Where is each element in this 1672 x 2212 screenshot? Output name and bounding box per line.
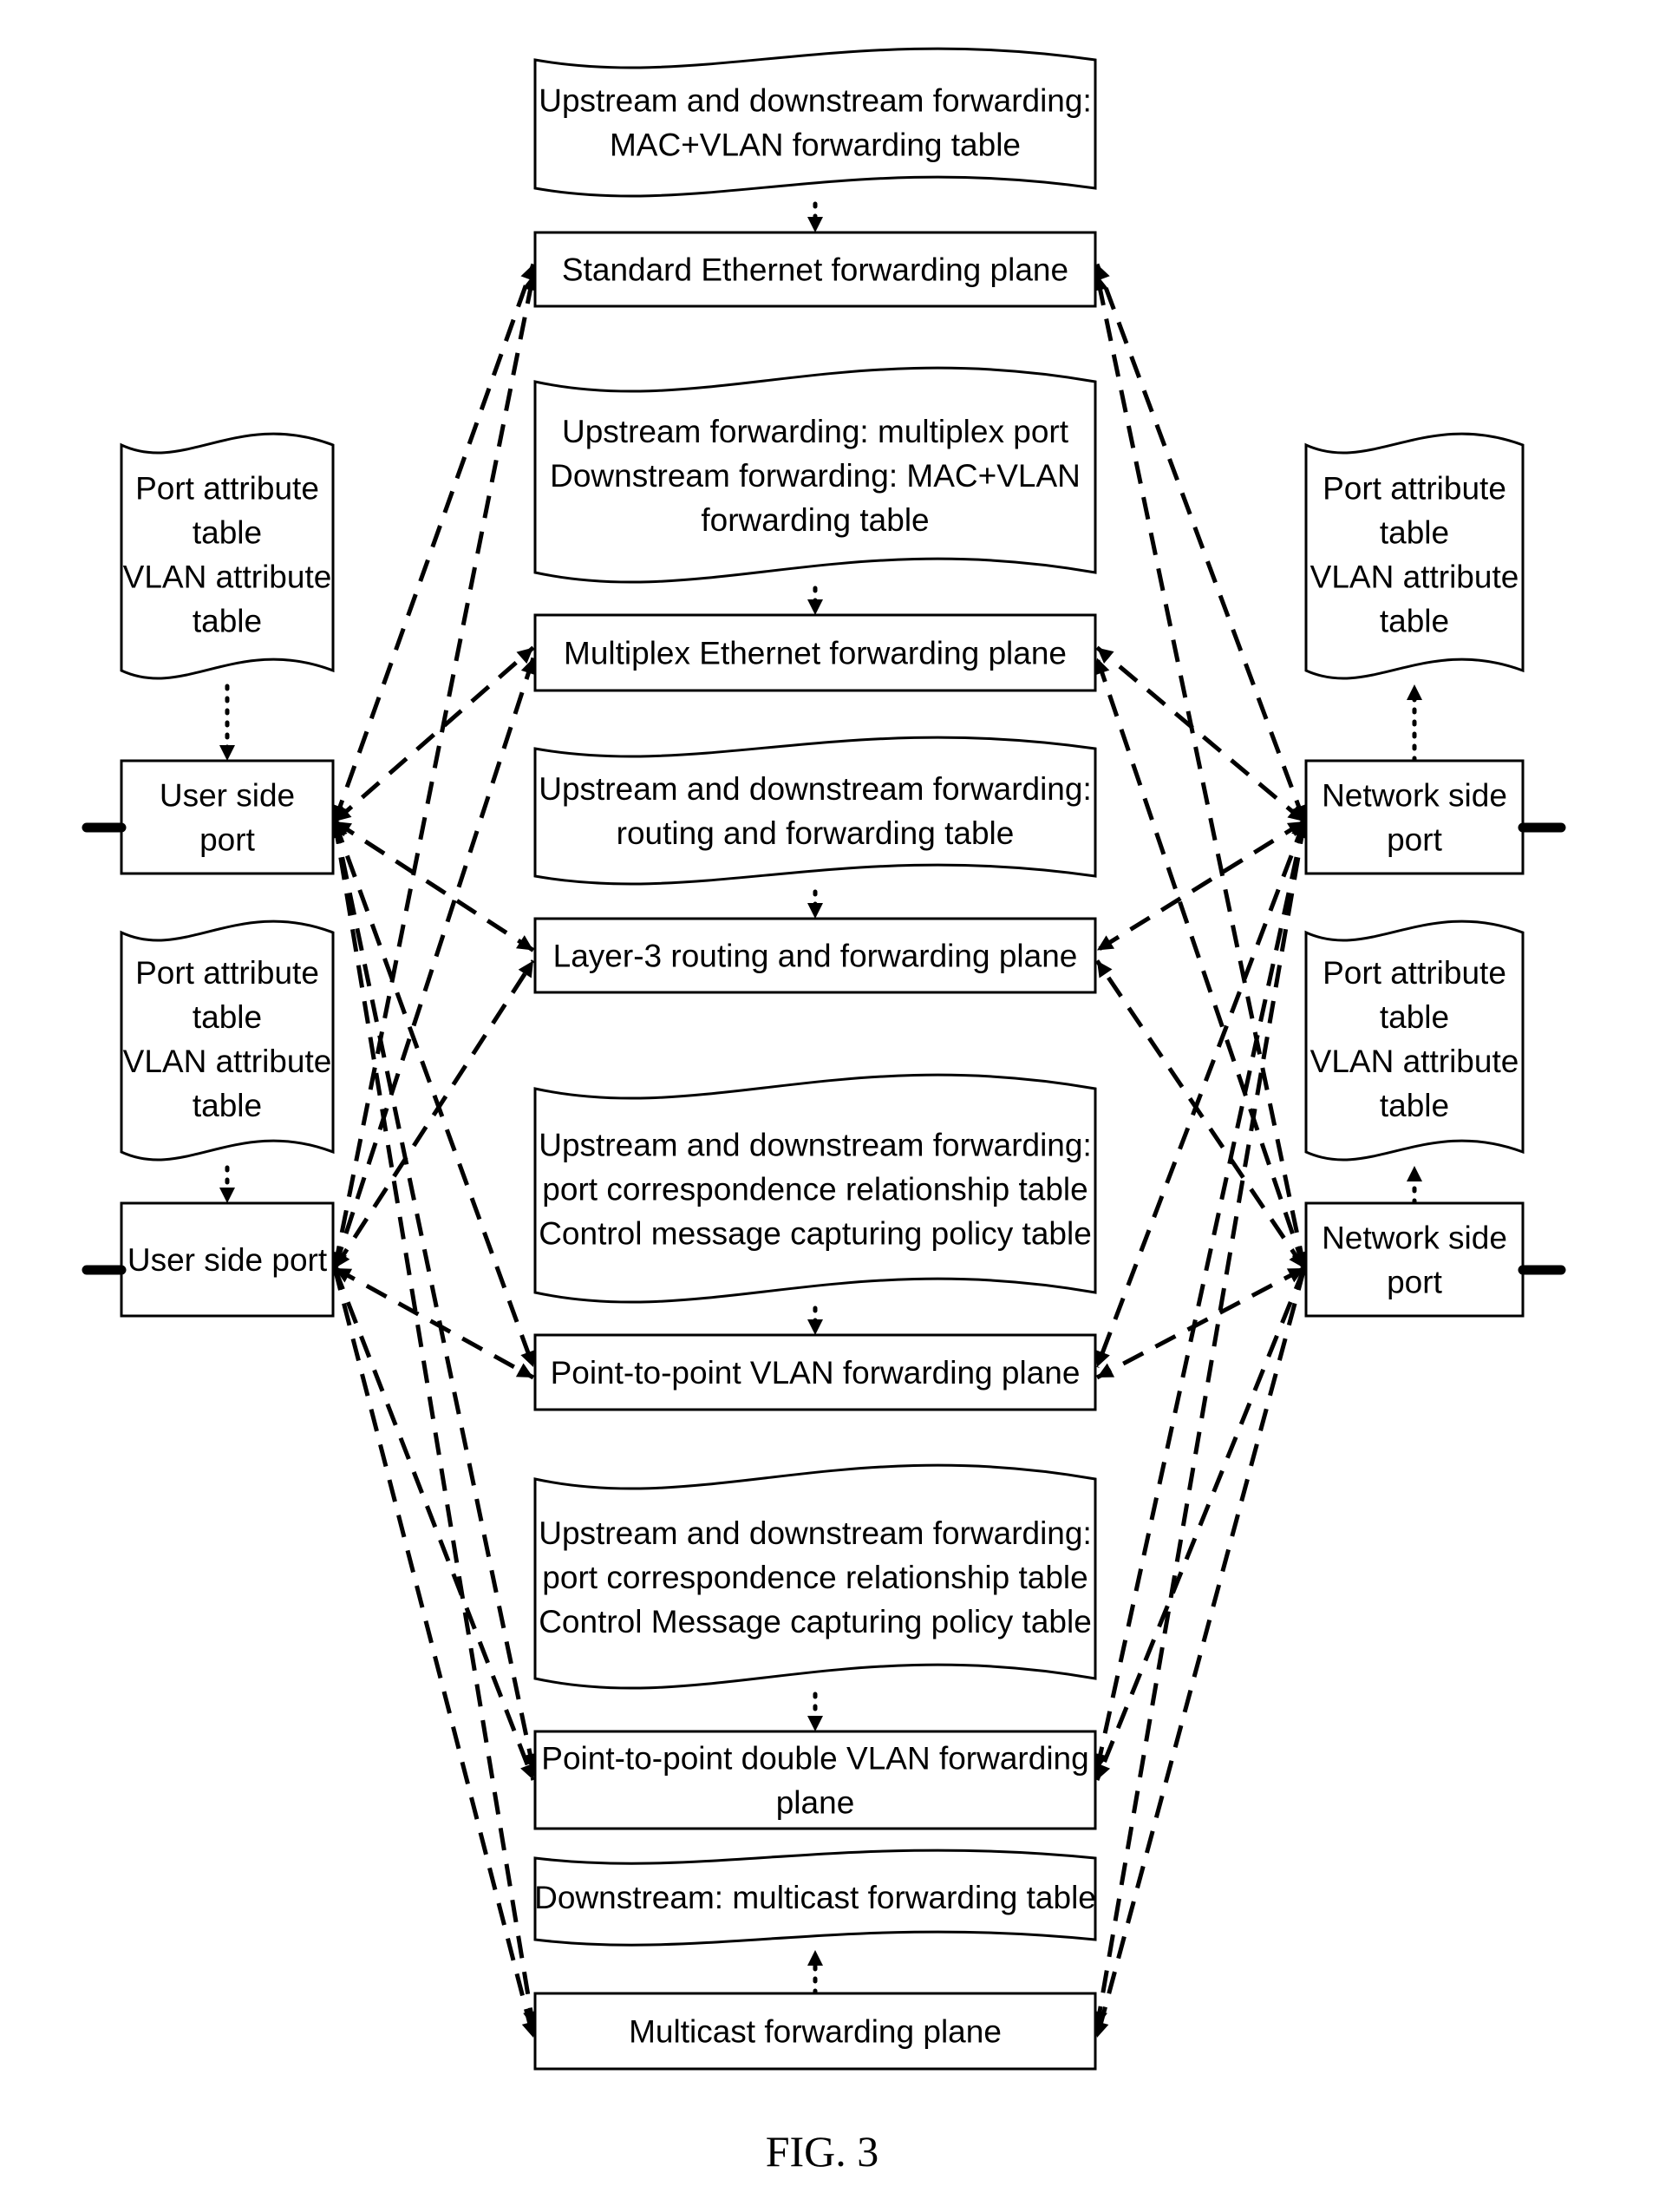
network-port-2-attribute-table-line: VLAN attribute <box>1310 1044 1519 1079</box>
user-port-1-attribute-table-line: table <box>193 604 262 639</box>
network-port-2-line: Network side <box>1322 1221 1507 1256</box>
table-doc-p2p-double-vlan-line: port correspondence relationship table <box>542 1560 1087 1595</box>
arrow-down-icon <box>219 1188 235 1203</box>
arrow-down-icon <box>807 217 823 232</box>
table-doc-multiplex-ethernet-line: forwarding table <box>701 502 929 538</box>
plane-p2p-double-vlan-line: plane <box>776 1785 855 1821</box>
arrowhead-icon <box>1097 960 1113 978</box>
dashed-connection-p2p-double-vlan <box>1094 1267 1307 1781</box>
table-doc-standard-ethernet-line: MAC+VLAN forwarding table <box>610 128 1021 163</box>
arrow-up-icon <box>1407 684 1422 700</box>
table-doc-multiplex-ethernet-line: Downstream forwarding: MAC+VLAN <box>550 458 1081 494</box>
network-port-2-attribute-table-line: table <box>1380 1088 1449 1123</box>
dashed-connection-standard-ethernet <box>332 263 536 822</box>
dashed-connection-multicast <box>332 1267 536 2039</box>
plane-p2p-vlan-line: Point-to-point VLAN forwarding plane <box>551 1355 1081 1391</box>
dashed-connection-multiplex-ethernet <box>1094 657 1307 1269</box>
diagram-shapes: Upstream and downstream forwarding: MAC+V… <box>82 47 1566 2071</box>
plane-p2p-double-vlan-line: Point-to-point double VLAN forwarding <box>541 1741 1088 1777</box>
dashed-connection-multicast <box>1094 1267 1307 2039</box>
plane-multiplex-ethernet-line: Multiplex Ethernet forwarding plane <box>564 636 1067 671</box>
table-doc-layer3-routing-line: Upstream and downstream forwarding: <box>539 771 1092 807</box>
table-doc-layer3-routing-line: routing and forwarding table <box>617 815 1015 851</box>
plane-layer3-routing-line: Layer-3 routing and forwarding plane <box>553 939 1078 974</box>
arrowhead-icon <box>520 1762 535 1780</box>
table-doc-p2p-vlan-line: Control message capturing policy table <box>539 1216 1092 1252</box>
plane-standard-ethernet-line: Standard Ethernet forwarding plane <box>562 252 1068 288</box>
dashed-connection-p2p-double-vlan <box>332 1267 536 1781</box>
arrowhead-icon <box>1094 658 1110 676</box>
network-port-1-attribute-table-line: VLAN attribute <box>1310 560 1519 595</box>
table-doc-standard-ethernet <box>533 47 1097 198</box>
dashed-connection-standard-ethernet <box>1094 273 1307 1269</box>
dashed-connection-standard-ethernet <box>1094 263 1307 822</box>
table-doc-layer3-routing <box>533 736 1097 886</box>
arrow-down-icon <box>807 1319 823 1335</box>
user-port-2-attribute-table-line: VLAN attribute <box>123 1044 332 1079</box>
table-doc-multicast-line: Downstream: multicast forwarding table <box>534 1880 1096 1915</box>
table-doc-multiplex-ethernet-line: Upstream forwarding: multiplex port <box>562 414 1069 449</box>
network-port-1-attribute-table-line: table <box>1380 515 1449 551</box>
plane-multicast-line: Multicast forwarding plane <box>629 2014 1002 2050</box>
table-doc-p2p-double-vlan-line: Upstream and downstream forwarding: <box>539 1515 1092 1551</box>
user-port-2-attribute-table-line: table <box>193 1088 262 1123</box>
network-port-1-line: Network side <box>1322 778 1507 814</box>
user-port-1-line: port <box>199 822 255 858</box>
user-port-2-line: User side port <box>127 1242 328 1278</box>
dashed-connection-multicast <box>332 821 536 2028</box>
dashed-connection-p2p-vlan <box>1094 821 1307 1368</box>
arrow-down-icon <box>219 745 235 761</box>
network-port-2-attribute-table-line: table <box>1380 999 1449 1035</box>
arrow-down-icon <box>807 599 823 615</box>
dashed-connection-multicast <box>1094 821 1307 2028</box>
dashed-connection-standard-ethernet <box>332 274 536 1269</box>
user-port-2-attribute-table-line: Port attribute <box>135 955 319 991</box>
network-port-2-line: port <box>1387 1265 1442 1300</box>
arrow-up-icon <box>1407 1166 1422 1181</box>
user-port-2-attribute-table-line: table <box>193 999 262 1035</box>
network-port-1-line: port <box>1387 822 1442 858</box>
table-doc-p2p-vlan-line: Upstream and downstream forwarding: <box>539 1128 1092 1163</box>
network-port-2-attribute-table-line: Port attribute <box>1323 955 1506 991</box>
arrowhead-icon <box>520 658 536 676</box>
network-port-1-attribute-table-line: table <box>1380 604 1449 639</box>
arrow-down-icon <box>807 1716 823 1731</box>
table-doc-standard-ethernet-line: Upstream and downstream forwarding: <box>539 83 1092 119</box>
network-port-1-attribute-table-line: Port attribute <box>1323 471 1506 507</box>
dashed-connection-p2p-double-vlan <box>1094 821 1307 1770</box>
arrow-up-icon <box>807 1950 823 1966</box>
arrowhead-icon <box>1097 1363 1115 1378</box>
dashed-connection-layer3-routing <box>1095 819 1306 952</box>
dashed-connection-multiplex-ethernet <box>332 657 536 1269</box>
user-port-1-line: User side <box>160 778 295 814</box>
table-doc-p2p-vlan-line: port correspondence relationship table <box>542 1172 1087 1207</box>
dashed-connection-layer3-routing <box>333 819 535 952</box>
dashed-connection-p2p-double-vlan <box>332 821 536 1770</box>
arrowhead-icon <box>1095 1762 1111 1780</box>
user-port-1-attribute-table-line: Port attribute <box>135 471 319 507</box>
user-port-1-attribute-table-line: VLAN attribute <box>123 560 332 595</box>
user-port-1-attribute-table-line: table <box>193 515 262 551</box>
table-doc-p2p-double-vlan-line: Control Message capturing policy table <box>539 1604 1092 1639</box>
forwarding-planes-diagram: Upstream and downstream forwarding: MAC+V… <box>82 47 1566 2176</box>
arrow-down-icon <box>807 903 823 919</box>
figure-caption: FIG. 3 <box>766 2127 879 2176</box>
arrowhead-icon <box>515 1363 533 1378</box>
